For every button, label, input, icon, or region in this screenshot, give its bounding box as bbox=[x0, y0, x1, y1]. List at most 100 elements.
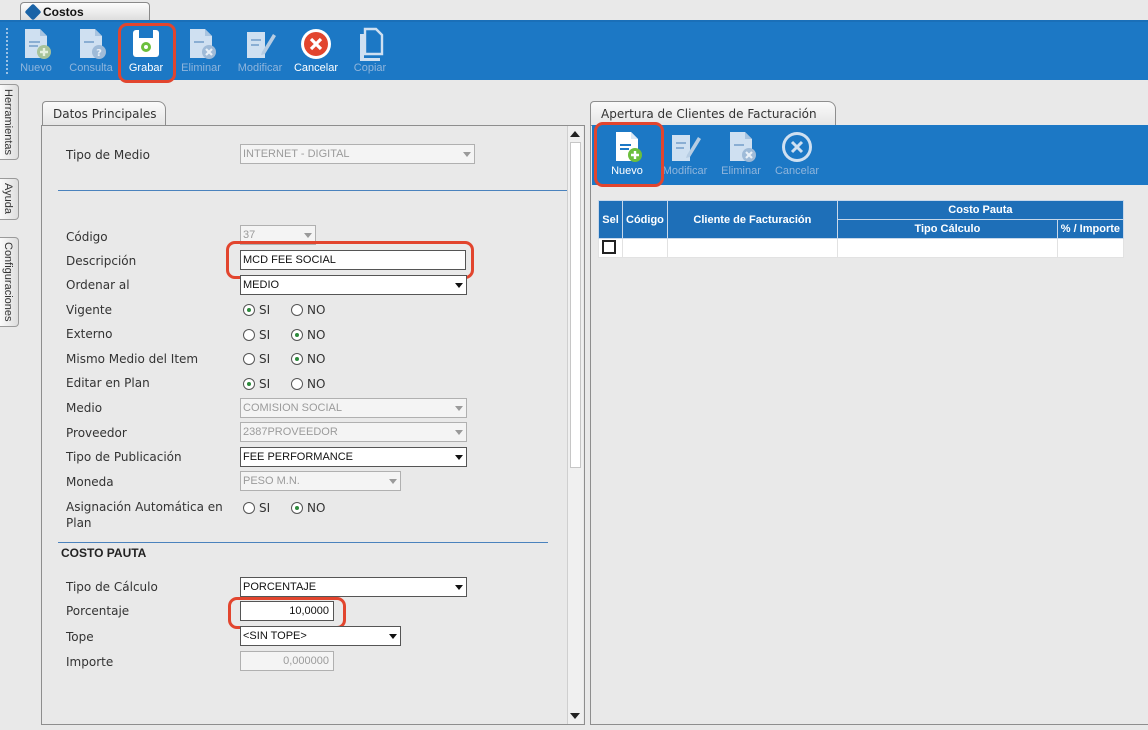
grid-cell-tipo-calculo[interactable] bbox=[836, 238, 1058, 258]
nuevo-button[interactable]: Nuevo bbox=[14, 22, 58, 80]
toolbar-grip bbox=[6, 28, 8, 74]
clientes-cancelar-label: Cancelar bbox=[774, 165, 820, 177]
eliminar-button[interactable]: Eliminar bbox=[176, 22, 226, 80]
asignacion-no-radio[interactable]: NO bbox=[291, 501, 325, 515]
chevron-down-icon bbox=[389, 634, 397, 639]
moneda-select[interactable]: PESO M.N. bbox=[240, 471, 401, 491]
tab-datos-principales-label: Datos Principales bbox=[53, 107, 157, 121]
tipo-publicacion-select[interactable]: FEE PERFORMANCE bbox=[240, 447, 467, 467]
descripcion-label: Descripción bbox=[66, 254, 137, 268]
asignacion-label: Asignación Automática en Plan bbox=[66, 499, 223, 531]
row-select-checkbox[interactable] bbox=[602, 240, 616, 254]
svg-text:?: ? bbox=[96, 48, 102, 59]
externo-si-label: SI bbox=[259, 328, 271, 342]
grid-col-sel[interactable]: Sel bbox=[598, 200, 623, 239]
app-window: Costos Adicionales Nuevo ? Consulta bbox=[0, 0, 1148, 730]
scroll-down-icon[interactable] bbox=[570, 713, 580, 719]
externo-si-radio[interactable]: SI bbox=[243, 328, 270, 342]
clientes-eliminar-label: Eliminar bbox=[721, 165, 761, 177]
tipo-medio-select[interactable]: INTERNET - DIGITAL bbox=[240, 144, 475, 164]
costo-pauta-title: COSTO PAUTA bbox=[61, 546, 147, 560]
clientes-modificar-label: Modificar bbox=[662, 165, 708, 177]
eliminar-label: Eliminar bbox=[181, 62, 221, 74]
tipo-calculo-label: Tipo de Cálculo bbox=[66, 580, 158, 594]
mismo-medio-no-radio[interactable]: NO bbox=[291, 352, 325, 366]
ordenar-value: MEDIO bbox=[243, 279, 280, 291]
tope-label: Tope bbox=[66, 630, 94, 644]
vigente-si-radio[interactable]: SI bbox=[243, 303, 270, 317]
editar-plan-no-label: NO bbox=[307, 377, 326, 391]
grid-col-tipo-calculo[interactable]: Tipo Cálculo bbox=[836, 219, 1058, 239]
side-tab-ayuda[interactable]: Ayuda bbox=[0, 178, 19, 220]
radio-unchecked-icon bbox=[243, 353, 255, 365]
editar-plan-si-radio[interactable]: SI bbox=[243, 377, 270, 391]
radio-unchecked-icon bbox=[243, 502, 255, 514]
cancel-circle-icon bbox=[782, 132, 812, 162]
modificar-button[interactable]: Modificar bbox=[232, 22, 288, 80]
side-tab-herramientas-label: Herramientas bbox=[2, 89, 14, 156]
clientes-toolbar: Nuevo Modificar Eliminar Cancelar bbox=[592, 125, 1148, 185]
ordenar-select[interactable]: MEDIO bbox=[240, 275, 467, 295]
editar-plan-no-radio[interactable]: NO bbox=[291, 377, 325, 391]
mismo-medio-no-label: NO bbox=[307, 352, 326, 366]
moneda-label: Moneda bbox=[66, 475, 114, 489]
tipo-calculo-value: PORCENTAJE bbox=[243, 581, 317, 593]
copiar-button[interactable]: Copiar bbox=[348, 22, 392, 80]
grid-cell-codigo[interactable] bbox=[622, 238, 668, 258]
table-row[interactable] bbox=[598, 238, 1124, 258]
side-tab-configuraciones[interactable]: Configuraciones bbox=[0, 237, 19, 327]
chevron-down-icon bbox=[455, 455, 463, 460]
chevron-down-icon bbox=[463, 152, 471, 157]
tope-select[interactable]: <SIN TOPE> bbox=[240, 626, 401, 646]
nuevo-label: Nuevo bbox=[20, 62, 52, 74]
grid-cell-cliente[interactable] bbox=[666, 238, 838, 258]
proveedor-select[interactable]: 2387PROVEEDOR bbox=[240, 422, 467, 442]
grid-col-cliente[interactable]: Cliente de Facturación bbox=[666, 200, 838, 239]
asignacion-si-radio[interactable]: SI bbox=[243, 501, 270, 515]
asignacion-no-label: NO bbox=[307, 501, 326, 515]
clientes-cancelar-button[interactable]: Cancelar bbox=[770, 125, 824, 183]
left-panel-scrollbar[interactable] bbox=[567, 126, 583, 724]
medio-value: COMISION SOCIAL bbox=[243, 402, 343, 414]
cancelar-label: Cancelar bbox=[293, 62, 339, 74]
document-edit-icon bbox=[247, 32, 276, 58]
tipo-calculo-select[interactable]: PORCENTAJE bbox=[240, 577, 467, 597]
copiar-label: Copiar bbox=[353, 62, 387, 74]
importe-label: Importe bbox=[66, 655, 114, 669]
externo-no-radio[interactable]: NO bbox=[291, 328, 325, 342]
tipo-publicacion-label: Tipo de Publicación bbox=[66, 450, 182, 464]
clientes-eliminar-button[interactable]: Eliminar bbox=[718, 125, 764, 183]
separator-costo bbox=[58, 542, 548, 543]
cancelar-button[interactable]: Cancelar bbox=[292, 22, 340, 80]
window-tab[interactable]: Costos Adicionales bbox=[20, 2, 150, 33]
app-logo-icon bbox=[24, 3, 42, 21]
importe-input[interactable]: 0,000000 bbox=[240, 651, 334, 671]
radio-checked-icon bbox=[243, 304, 255, 316]
tab-apertura-clientes-label: Apertura de Clientes de Facturación bbox=[601, 107, 817, 121]
grid-cell-importe[interactable] bbox=[1056, 238, 1124, 258]
grid-col-importe[interactable]: % / Importe bbox=[1056, 219, 1124, 239]
mismo-medio-si-radio[interactable]: SI bbox=[243, 352, 270, 366]
asignacion-label-line2: Plan bbox=[66, 516, 92, 530]
document-edit-icon bbox=[672, 135, 701, 161]
consulta-button[interactable]: ? Consulta bbox=[66, 22, 116, 80]
grid-cell-sel[interactable] bbox=[598, 238, 623, 258]
chevron-down-icon bbox=[455, 406, 463, 411]
mismo-medio-label: Mismo Medio del Item bbox=[66, 352, 199, 366]
porcentaje-label: Porcentaje bbox=[66, 604, 130, 618]
document-delete-icon bbox=[190, 29, 216, 59]
clientes-grid: Sel Código Cliente de Facturación Costo … bbox=[598, 200, 1124, 258]
codigo-label: Código bbox=[66, 230, 108, 244]
grabar-highlight bbox=[118, 23, 176, 83]
scroll-thumb[interactable] bbox=[570, 142, 581, 468]
radio-checked-icon bbox=[291, 329, 303, 341]
tab-datos-principales[interactable]: Datos Principales bbox=[42, 101, 166, 127]
medio-select[interactable]: COMISION SOCIAL bbox=[240, 398, 467, 418]
clientes-modificar-button[interactable]: Modificar bbox=[658, 125, 712, 183]
asignacion-si-label: SI bbox=[259, 501, 271, 515]
grid-col-codigo[interactable]: Código bbox=[622, 200, 668, 239]
side-tab-herramientas[interactable]: Herramientas bbox=[0, 84, 19, 160]
vigente-no-radio[interactable]: NO bbox=[291, 303, 325, 317]
vigente-label: Vigente bbox=[66, 303, 112, 317]
scroll-up-icon[interactable] bbox=[570, 131, 580, 137]
